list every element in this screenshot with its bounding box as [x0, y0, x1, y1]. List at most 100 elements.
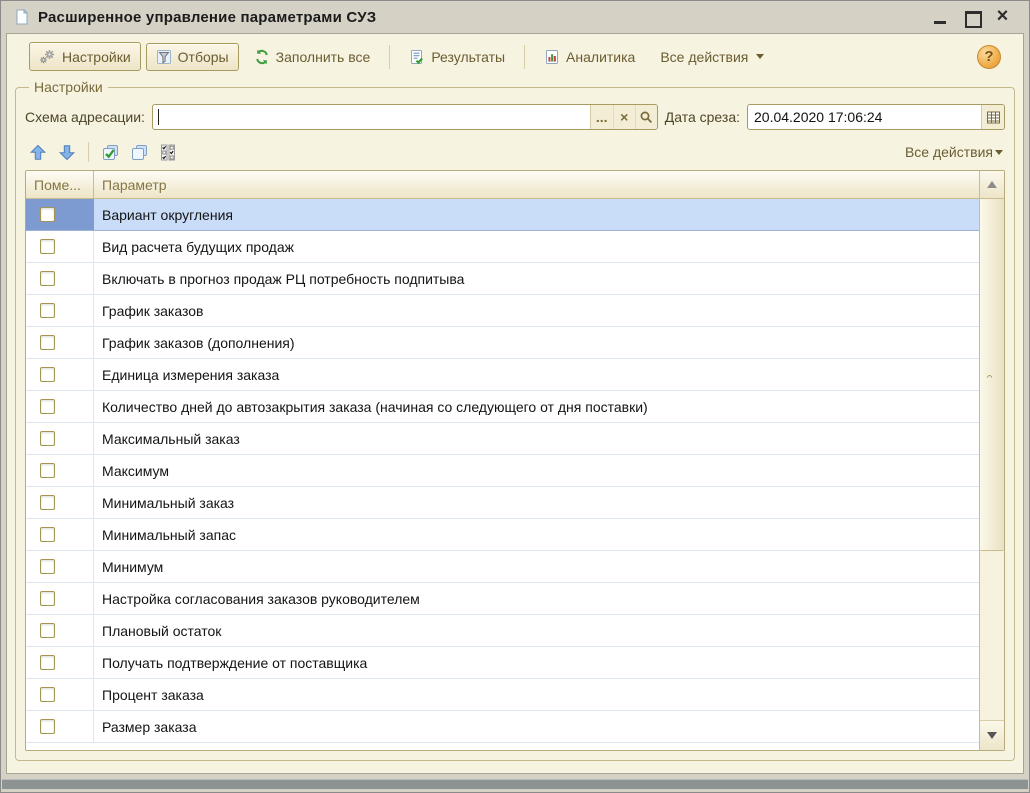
- fill-all-button-label: Заполнить все: [276, 49, 371, 65]
- row-param: Плановый остаток: [94, 615, 979, 646]
- window-title: Расширенное управление параметрами СУЗ: [38, 9, 376, 26]
- scroll-down-button[interactable]: [980, 720, 1004, 750]
- fill-all-button[interactable]: Заполнить все: [244, 43, 381, 71]
- minimize-button[interactable]: [933, 10, 948, 25]
- filters-button-label: Отборы: [178, 49, 229, 65]
- row-checkbox[interactable]: [40, 207, 55, 222]
- scroll-up-button[interactable]: [980, 171, 1004, 199]
- clear-icon[interactable]: ×: [613, 105, 635, 129]
- slice-date-input[interactable]: [748, 105, 981, 129]
- row-checkbox[interactable]: [40, 303, 55, 318]
- table-row[interactable]: Получать подтверждение от поставщика: [26, 647, 979, 679]
- bar-chart-icon: [544, 49, 560, 65]
- filters-button[interactable]: Отборы: [146, 43, 239, 71]
- table-row[interactable]: Максимум: [26, 455, 979, 487]
- slice-date-label: Дата среза:: [665, 109, 740, 125]
- arrow-up-icon: [29, 144, 47, 161]
- invert-check-icon: [159, 144, 177, 161]
- row-check-cell: [26, 231, 94, 262]
- column-header-parameter[interactable]: Параметр: [94, 177, 979, 193]
- row-param: Вариант округления: [94, 199, 979, 230]
- results-button-label: Результаты: [431, 49, 505, 65]
- column-header-checked[interactable]: Поме...: [26, 171, 94, 198]
- row-check-cell: [26, 647, 94, 678]
- refresh-icon: [254, 49, 270, 65]
- calendar-icon[interactable]: [982, 105, 1004, 129]
- table-row[interactable]: Плановый остаток: [26, 615, 979, 647]
- triangle-up-icon: [987, 181, 997, 188]
- row-checkbox[interactable]: [40, 719, 55, 734]
- addressing-scheme-label: Схема адресации:: [25, 109, 145, 125]
- row-checkbox[interactable]: [40, 367, 55, 382]
- scrollbar-thumb[interactable]: [980, 199, 1004, 551]
- addressing-scheme-input[interactable]: [153, 105, 590, 129]
- row-checkbox[interactable]: [40, 623, 55, 638]
- row-checkbox[interactable]: [40, 655, 55, 670]
- row-check-cell: [26, 519, 94, 550]
- table-row[interactable]: Процент заказа: [26, 679, 979, 711]
- scrollbar-track[interactable]: [980, 551, 1004, 720]
- arrow-down-icon: [58, 144, 76, 161]
- close-button[interactable]: ×: [995, 10, 1010, 25]
- funnel-icon: [156, 49, 172, 65]
- row-checkbox[interactable]: [40, 271, 55, 286]
- gears-icon: [39, 48, 56, 65]
- row-checkbox[interactable]: [40, 527, 55, 542]
- row-check-cell: [26, 615, 94, 646]
- row-checkbox[interactable]: [40, 399, 55, 414]
- search-icon[interactable]: [635, 105, 657, 129]
- table-row[interactable]: Вариант округления: [26, 199, 979, 231]
- window-bottom-edge: [2, 779, 1028, 789]
- row-checkbox[interactable]: [40, 687, 55, 702]
- row-check-cell: [26, 711, 94, 742]
- settings-button[interactable]: Настройки: [29, 42, 141, 71]
- table-row[interactable]: Количество дней до автозакрытия заказа (…: [26, 391, 979, 423]
- table-row[interactable]: Минимальный запас: [26, 519, 979, 551]
- analytics-button[interactable]: Аналитика: [534, 43, 645, 71]
- parameters-table: Поме... Параметр Вариант округления Вид …: [25, 170, 1005, 751]
- help-button[interactable]: ?: [977, 45, 1001, 69]
- row-checkbox[interactable]: [40, 559, 55, 574]
- uncheck-all-icon: [131, 144, 148, 161]
- choose-button[interactable]: ...: [591, 105, 613, 129]
- table-row[interactable]: Размер заказа: [26, 711, 979, 743]
- table-row[interactable]: График заказов: [26, 295, 979, 327]
- addressing-scheme-field: ... ×: [152, 104, 658, 130]
- row-param: График заказов: [94, 295, 979, 326]
- row-checkbox[interactable]: [40, 239, 55, 254]
- table-row[interactable]: Минимум: [26, 551, 979, 583]
- row-check-cell: [26, 391, 94, 422]
- table-row[interactable]: Единица измерения заказа: [26, 359, 979, 391]
- maximize-button[interactable]: [964, 10, 979, 25]
- row-check-cell: [26, 679, 94, 710]
- chevron-down-icon: [995, 150, 1003, 155]
- move-up-button[interactable]: [27, 142, 49, 162]
- triangle-down-icon: [987, 732, 997, 739]
- all-actions-button[interactable]: Все действия: [650, 43, 774, 71]
- row-param: Минимальный заказ: [94, 487, 979, 518]
- table-row[interactable]: Максимальный заказ: [26, 423, 979, 455]
- row-param: Вид расчета будущих продаж: [94, 231, 979, 262]
- list-all-actions-button[interactable]: Все действия: [905, 144, 1003, 160]
- row-param: Включать в прогноз продаж РЦ потребность…: [94, 263, 979, 294]
- table-row[interactable]: График заказов (дополнения): [26, 327, 979, 359]
- settings-groupbox: Настройки Схема адресации: ... ×: [15, 87, 1015, 761]
- results-button[interactable]: Результаты: [399, 43, 515, 71]
- invert-check-button[interactable]: [157, 142, 179, 162]
- row-check-cell: [26, 455, 94, 486]
- row-check-cell: [26, 551, 94, 582]
- row-checkbox[interactable]: [40, 431, 55, 446]
- uncheck-all-button[interactable]: [128, 142, 150, 162]
- all-actions-label: Все действия: [660, 49, 748, 65]
- move-down-button[interactable]: [56, 142, 78, 162]
- row-checkbox[interactable]: [40, 591, 55, 606]
- row-check-cell: [26, 263, 94, 294]
- check-all-button[interactable]: [99, 142, 121, 162]
- row-checkbox[interactable]: [40, 463, 55, 478]
- table-row[interactable]: Настройка согласования заказов руководит…: [26, 583, 979, 615]
- row-checkbox[interactable]: [40, 495, 55, 510]
- table-row[interactable]: Включать в прогноз продаж РЦ потребность…: [26, 263, 979, 295]
- row-checkbox[interactable]: [40, 335, 55, 350]
- table-row[interactable]: Вид расчета будущих продаж: [26, 231, 979, 263]
- table-row[interactable]: Минимальный заказ: [26, 487, 979, 519]
